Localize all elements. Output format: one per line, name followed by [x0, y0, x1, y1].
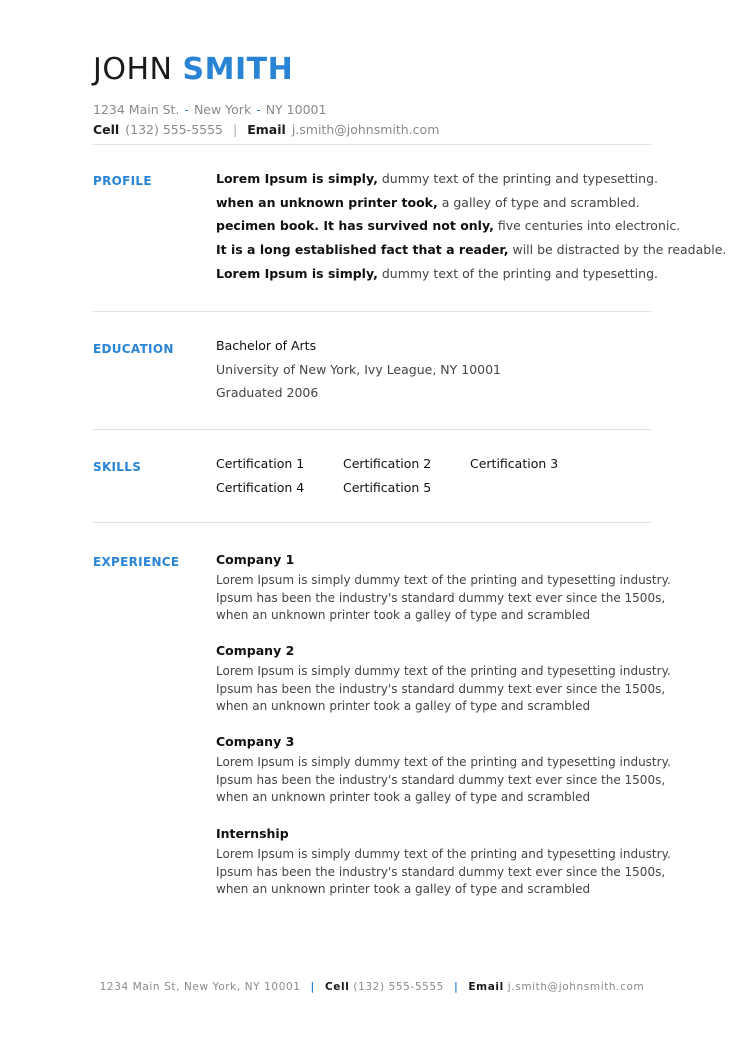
profile-line: Lorem Ipsum is simply, dummy text of the… [216, 167, 658, 191]
address-city: New York [193, 102, 252, 117]
experience-description-line: when an unknown printer took a galley of… [216, 699, 591, 714]
experience-item: Company 2 Lorem Ipsum is simply dummy tex… [216, 642, 671, 716]
experience-description-line: Lorem Ipsum is simply dummy text of the … [216, 847, 671, 861]
address-state-zip: NY 10001 [265, 102, 327, 117]
name-heading: JOHN SMITH [93, 52, 293, 87]
profile-line-rest: dummy text of the printing and typesetti… [377, 265, 658, 281]
experience-description-line: when an unknown printer took a galley of… [216, 608, 591, 623]
contact-line: Cell (132) 555-5555 | Email j.smith@johnsmit… [93, 122, 439, 137]
address-street: 1234 Main St. [93, 102, 180, 117]
cell-value: (132) 555-5555 [125, 122, 224, 137]
education-content: Bachelor of Arts University of New York,… [216, 334, 651, 405]
education-school: University of New York, Ivy League, NY 1… [216, 361, 502, 377]
footer-cell: (132) 555-5555 [353, 981, 444, 993]
skill-item: Certification 1 [216, 456, 305, 471]
address-dash: - [256, 102, 261, 117]
experience-description-line: Ipsum has been the industry's standard d… [216, 772, 666, 787]
profile-line-lead: Lorem Ipsum is simply, [216, 265, 378, 281]
experience-description-line: Ipsum has been the industry's standard d… [216, 864, 666, 879]
experience-description-line: Ipsum has been the industry's standard d… [216, 590, 666, 605]
profile-line: when an unknown printer took, a galley o… [216, 191, 651, 215]
profile-line-rest: dummy text of the printing and typesetti… [377, 171, 658, 186]
footer-email: j.smith@johnsmith.com [507, 981, 645, 993]
education-degree: Bachelor of Arts [216, 338, 317, 353]
divider [93, 429, 651, 430]
skill-item: Certification 5 [343, 480, 432, 495]
divider [93, 311, 651, 312]
experience-description-line: when an unknown printer took a galley of… [216, 882, 591, 897]
first-name: JOHN [93, 52, 173, 87]
profile-line-lead: It is a long established fact that a rea… [216, 242, 509, 258]
experience-description-line: when an unknown printer took a galley of… [216, 790, 591, 805]
profile-content: Lorem Ipsum is simply, dummy text of the… [216, 167, 726, 286]
contact-separator: | [233, 122, 238, 137]
experience-description-line: Lorem Ipsum is simply dummy text of the … [216, 664, 671, 678]
experience-company: Company 2 [216, 643, 295, 658]
address-dash: - [184, 102, 189, 117]
footer-separator: | [453, 981, 459, 993]
email-value: j.smith@johnsmith.com [291, 122, 440, 137]
experience-company: Company 3 [216, 734, 295, 749]
profile-line-rest: will be distracted by the readable. [508, 242, 727, 258]
experience-description: Lorem Ipsum is simply dummy text of the … [216, 663, 671, 716]
profile-line: It is a long established fact that a rea… [216, 238, 726, 262]
profile-line-lead: when an unknown printer took, [216, 194, 438, 210]
experience-description-line: Ipsum has been the industry's standard d… [216, 681, 666, 696]
experience-company: Company 1 [216, 552, 295, 567]
experience-item: Company 3 Lorem Ipsum is simply dummy tex… [216, 733, 671, 807]
profile-title: PROFILE [93, 174, 152, 188]
experience-description: Lorem Ipsum is simply dummy text of the … [216, 754, 671, 807]
footer: 1234 Main St, New York, NY 10001 | Cell (13… [0, 981, 744, 993]
profile-line-lead: pecimen book. It has survived not only, [216, 218, 494, 234]
footer-separator: | [310, 981, 315, 993]
skill-item: Certification 3 [470, 456, 559, 471]
education-graduated: Graduated 2006 [216, 385, 319, 401]
experience-description-line: Lorem Ipsum is simply dummy text of the … [216, 573, 671, 587]
experience-company: Internship [216, 826, 289, 841]
profile-line-lead: Lorem Ipsum is simply, [216, 171, 378, 186]
footer-address: 1234 Main St, New York, NY 10001 [99, 981, 301, 993]
email-label: Email [247, 122, 286, 137]
divider [93, 144, 651, 145]
divider [93, 522, 651, 523]
footer-email-label: Email [468, 981, 504, 993]
profile-line: pecimen book. It has survived not only, … [216, 214, 680, 238]
address-line: 1234 Main St. - New York - NY 10001 [93, 102, 326, 117]
cell-label: Cell [93, 122, 120, 137]
experience-item: Internship Lorem Ipsum is simply dummy te… [216, 825, 671, 899]
experience-title: EXPERIENCE [93, 555, 180, 569]
education-title: EDUCATION [93, 342, 174, 356]
experience-description-line: Lorem Ipsum is simply dummy text of the … [216, 755, 671, 769]
experience-description: Lorem Ipsum is simply dummy text of the … [216, 572, 671, 625]
profile-line-rest: a galley of type and scrambled. [437, 194, 640, 210]
experience-item: Company 1 Lorem Ipsum is simply dummy tex… [216, 551, 671, 625]
profile-line-rest: five centuries into electronic. [493, 218, 681, 234]
skill-item: Certification 2 [343, 456, 432, 471]
experience-description: Lorem Ipsum is simply dummy text of the … [216, 846, 671, 899]
profile-line: Lorem Ipsum is simply, dummy text of the… [216, 262, 658, 286]
last-name: SMITH [182, 52, 294, 87]
footer-cell-label: Cell [324, 981, 350, 993]
skills-title: SKILLS [93, 460, 142, 474]
skill-item: Certification 4 [216, 480, 305, 495]
